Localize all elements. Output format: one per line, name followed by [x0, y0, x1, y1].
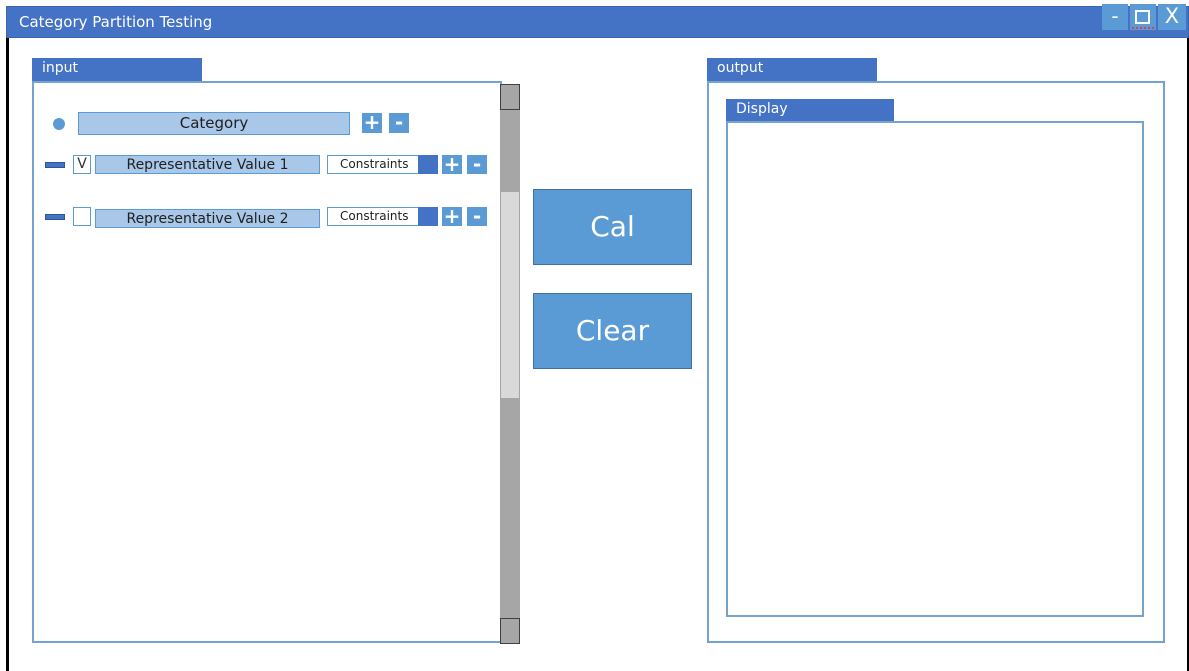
window-title: Category Partition Testing	[19, 13, 213, 31]
scroll-thumb[interactable]	[501, 192, 519, 398]
tab-output[interactable]: output	[707, 58, 877, 82]
category-circle-icon	[53, 118, 65, 130]
value-2-constraints-field[interactable]: Constraints	[327, 207, 419, 226]
minimize-button[interactable]: -	[1102, 4, 1128, 30]
value-2-minus-bar-icon[interactable]	[45, 214, 65, 220]
value-1-checkbox[interactable]: V	[73, 155, 91, 174]
value-1-add-button[interactable]: +	[442, 154, 462, 174]
value-2-constraints-dropdown[interactable]	[418, 207, 438, 226]
maximize-icon	[1135, 10, 1150, 24]
category-field[interactable]: Category	[78, 112, 350, 135]
value-2-checkbox[interactable]	[73, 207, 91, 226]
category-remove-button[interactable]: -	[389, 112, 409, 133]
app-window: Category Partition Testing - X input Cat…	[0, 0, 1189, 671]
value-2-remove-button[interactable]: -	[467, 206, 487, 226]
value-1-remove-button[interactable]: -	[467, 154, 487, 174]
tab-display[interactable]: Display	[726, 99, 894, 122]
display-area	[726, 121, 1144, 617]
value-1-constraints-field[interactable]: Constraints	[327, 155, 419, 174]
maximize-button[interactable]	[1130, 4, 1156, 30]
clear-button[interactable]: Clear	[533, 293, 692, 369]
value-2-field[interactable]: Representative Value 2	[95, 209, 320, 228]
tab-input[interactable]: input	[32, 58, 202, 82]
title-bar: Category Partition Testing	[6, 6, 1189, 38]
spellcheck-underline	[1132, 24, 1154, 29]
value-2-add-button[interactable]: +	[442, 206, 462, 226]
value-1-minus-bar-icon[interactable]	[45, 162, 65, 168]
value-1-field[interactable]: Representative Value 1	[95, 155, 320, 174]
window-left-border	[6, 38, 9, 671]
value-1-constraints-dropdown[interactable]	[418, 155, 438, 174]
close-button[interactable]: X	[1158, 4, 1186, 30]
scroll-down-button[interactable]	[500, 618, 520, 644]
cal-button[interactable]: Cal	[533, 189, 692, 265]
category-add-button[interactable]: +	[362, 112, 382, 133]
input-scrollbar[interactable]	[500, 84, 520, 644]
scroll-up-button[interactable]	[500, 84, 520, 110]
